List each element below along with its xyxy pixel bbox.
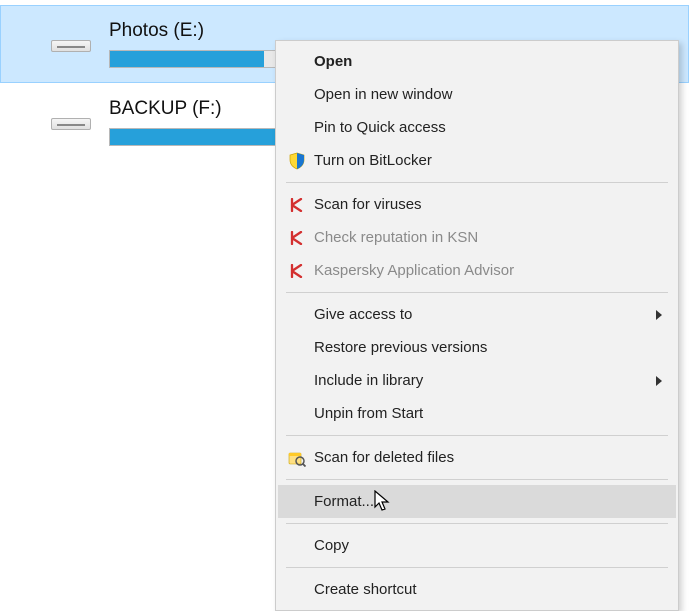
menu-item-give-access-to[interactable]: Give access to	[278, 298, 676, 331]
menu-item-label: Turn on BitLocker	[314, 152, 662, 169]
menu-item-label: Include in library	[314, 372, 656, 389]
magnifier-icon	[286, 447, 308, 469]
spacer-icon	[286, 51, 308, 73]
spacer-icon	[286, 579, 308, 601]
menu-item-label: Give access to	[314, 306, 656, 323]
menu-item-create-shortcut[interactable]: Create shortcut	[278, 573, 676, 606]
menu-item-label: Copy	[314, 537, 662, 554]
hdd-icon	[51, 32, 91, 56]
menu-separator	[286, 523, 668, 524]
menu-item-label: Format...	[314, 493, 662, 510]
menu-item-include-in-library[interactable]: Include in library	[278, 364, 676, 397]
menu-item-scan-for-deleted-files[interactable]: Scan for deleted files	[278, 441, 676, 474]
context-menu[interactable]: Open Open in new window Pin to Quick acces…	[275, 40, 679, 611]
kaspersky-icon	[286, 260, 308, 282]
menu-separator	[286, 292, 668, 293]
menu-separator	[286, 479, 668, 480]
spacer-icon	[286, 370, 308, 392]
drive-label: Photos (E:)	[109, 20, 539, 42]
menu-item-label: Create shortcut	[314, 581, 662, 598]
menu-item-label: Pin to Quick access	[314, 119, 662, 136]
menu-item-label: Open in new window	[314, 86, 662, 103]
menu-item-open[interactable]: Open	[278, 45, 676, 78]
spacer-icon	[286, 304, 308, 326]
menu-item-unpin-from-start[interactable]: Unpin from Start	[278, 397, 676, 430]
menu-item-label: Restore previous versions	[314, 339, 662, 356]
shield-icon	[286, 150, 308, 172]
menu-item-label: Open	[314, 53, 662, 70]
menu-item-kaspersky-application-advisor: Kaspersky Application Advisor	[278, 254, 676, 287]
spacer-icon	[286, 337, 308, 359]
spacer-icon	[286, 535, 308, 557]
chevron-right-icon	[656, 310, 662, 320]
menu-item-label: Unpin from Start	[314, 405, 662, 422]
menu-item-format[interactable]: Format...	[278, 485, 676, 518]
menu-item-label: Kaspersky Application Advisor	[314, 262, 662, 279]
chevron-right-icon	[656, 376, 662, 386]
kaspersky-icon	[286, 194, 308, 216]
menu-item-label: Check reputation in KSN	[314, 229, 662, 246]
menu-item-turn-on-bitlocker[interactable]: Turn on BitLocker	[278, 144, 676, 177]
capacity-fill	[110, 51, 264, 67]
menu-item-scan-for-viruses[interactable]: Scan for viruses	[278, 188, 676, 221]
spacer-icon	[286, 491, 308, 513]
menu-item-label: Scan for viruses	[314, 196, 662, 213]
menu-separator	[286, 182, 668, 183]
spacer-icon	[286, 84, 308, 106]
spacer-icon	[286, 403, 308, 425]
menu-item-copy[interactable]: Copy	[278, 529, 676, 562]
spacer-icon	[286, 117, 308, 139]
menu-item-restore-previous-versions[interactable]: Restore previous versions	[278, 331, 676, 364]
kaspersky-icon	[286, 227, 308, 249]
menu-separator	[286, 435, 668, 436]
menu-item-label: Scan for deleted files	[314, 449, 662, 466]
menu-separator	[286, 567, 668, 568]
menu-item-pin-to-quick-access[interactable]: Pin to Quick access	[278, 111, 676, 144]
menu-item-check-reputation-in-ksn: Check reputation in KSN	[278, 221, 676, 254]
menu-item-open-in-new-window[interactable]: Open in new window	[278, 78, 676, 111]
hdd-icon	[51, 110, 91, 134]
